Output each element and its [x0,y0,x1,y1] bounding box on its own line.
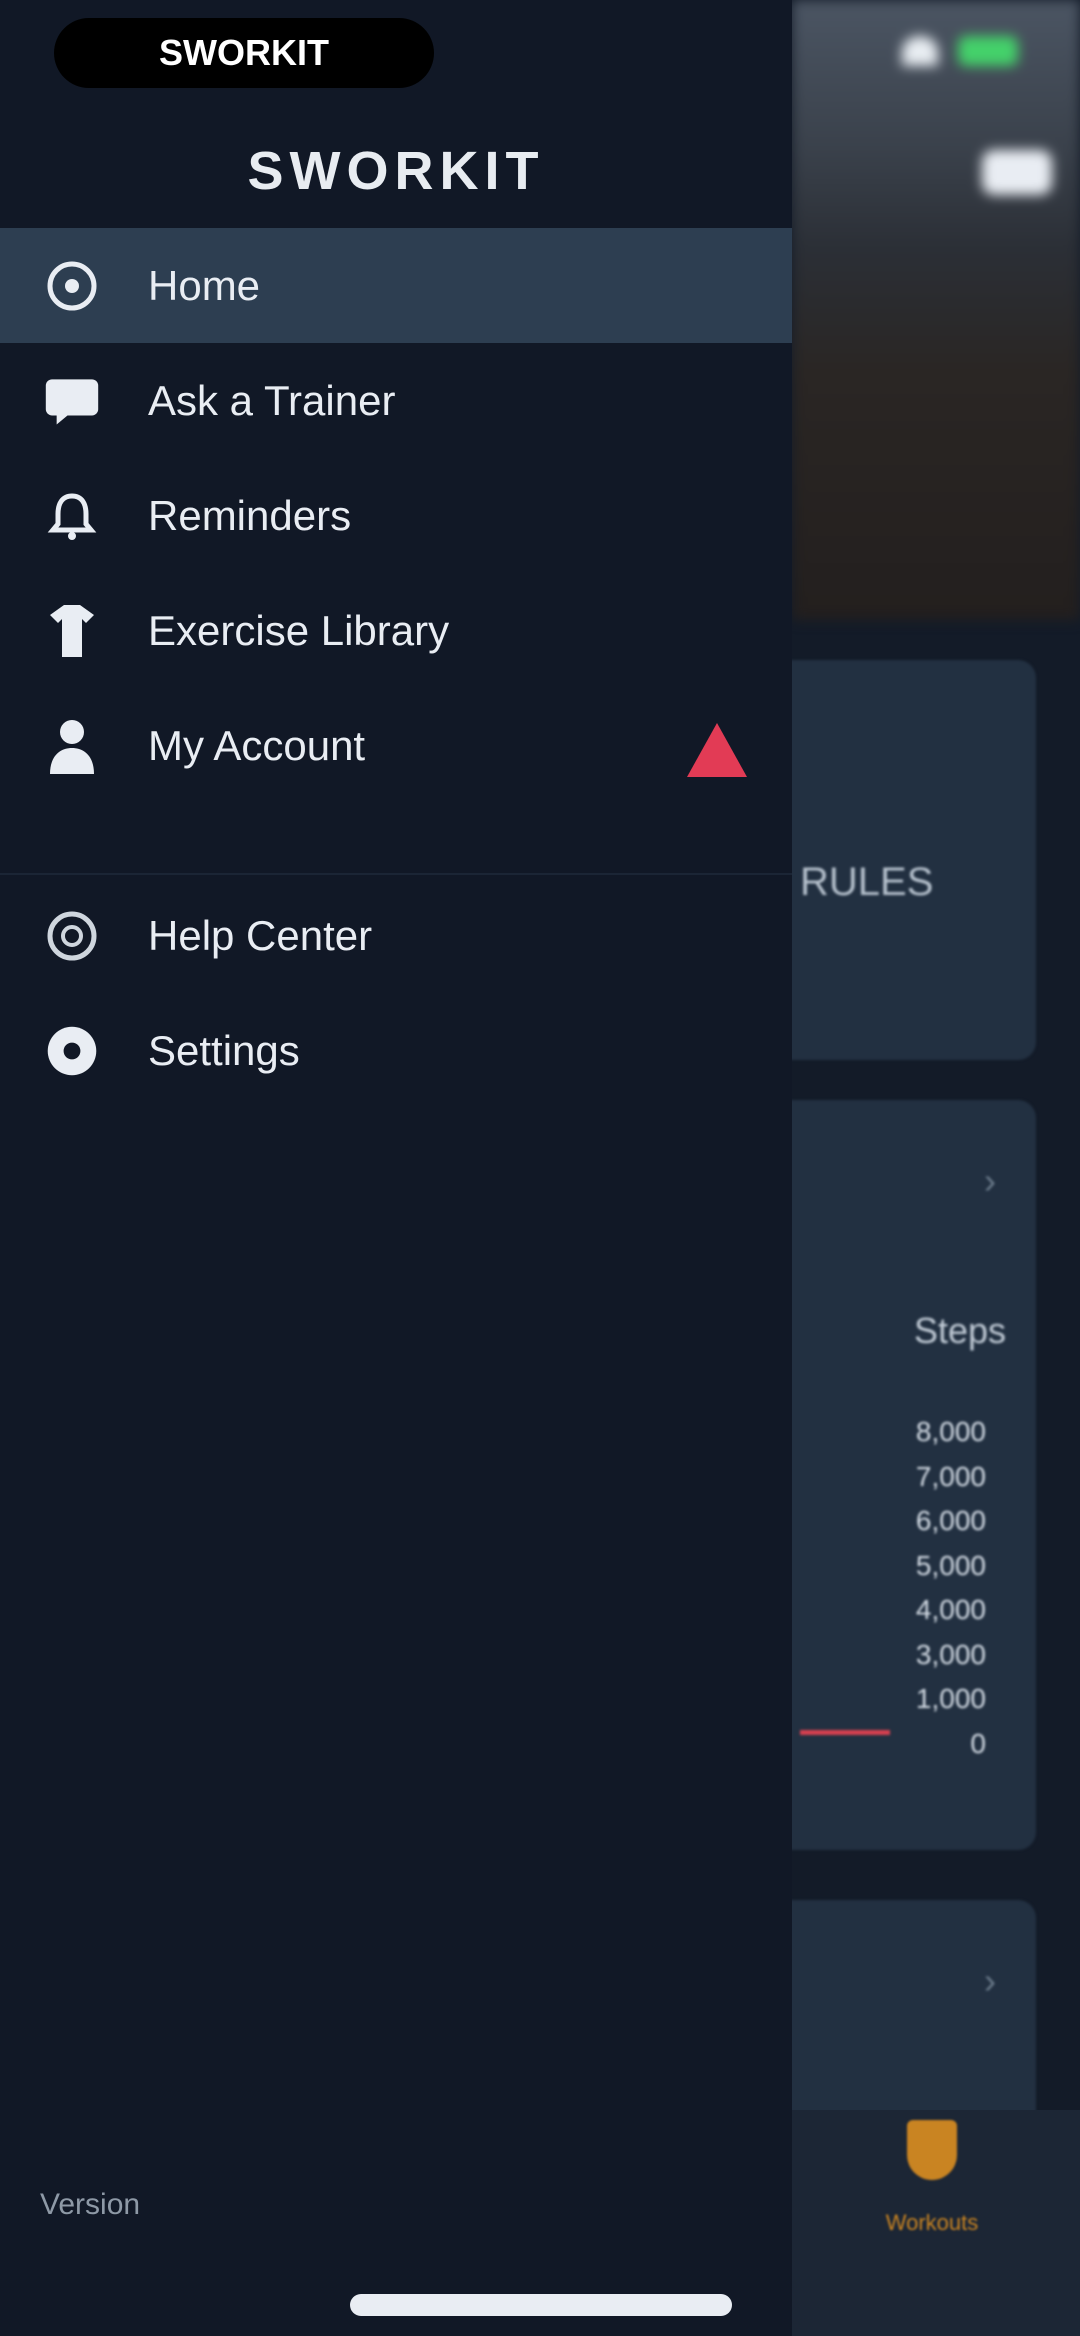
version-label: Version [40,2188,141,2221]
step-value: 1,000 [915,1683,986,1714]
drawer-menu: Home Ask a Trainer Reminders Exercise Li… [0,228,792,803]
step-value: 3,000 [915,1638,986,1670]
chat-icon [44,373,100,429]
step-value: 7,000 [915,1460,986,1492]
home-circle-icon [44,258,100,314]
step-value: 0 [970,1727,986,1759]
carrier-label: SWORKIT [159,32,329,73]
drawer-secondary-menu: Help Center Settings [0,878,792,1108]
menu-label: Ask a Trainer [148,376,396,424]
status-icons [902,36,1018,66]
warning-icon [687,723,747,777]
step-value: 5,000 [915,1549,986,1581]
help-icon [44,908,100,964]
chevron-right-icon: › [984,1960,996,2001]
steps-card[interactable]: › Steps 8,000 7,000 6,000 5,000 4,000 3,… [760,1100,1036,1850]
bell-icon [44,488,100,544]
rules-card[interactable]: RULES [760,660,1036,1060]
gear-icon [44,1023,100,1079]
battery-icon [958,36,1018,66]
goal-line [800,1730,890,1735]
brand-logo: SWORKIT [247,141,545,201]
camera-icon[interactable] [982,150,1052,195]
rules-text: RULES [800,860,934,904]
shield-icon [907,2120,957,2180]
steps-values: 8,000 7,000 6,000 5,000 4,000 3,000 1,00… [916,1410,986,1766]
menu-item-help-center[interactable]: Help Center [0,878,792,993]
shirt-icon [44,603,100,659]
menu-label: My Account [148,721,366,769]
menu-label: Help Center [148,911,373,959]
menu-item-my-account[interactable]: My Account [0,688,792,803]
menu-item-ask-trainer[interactable]: Ask a Trainer [0,343,792,458]
status-pill: SWORKIT [54,18,434,88]
menu-label: Home [148,261,261,309]
menu-item-home[interactable]: Home [0,228,792,343]
chevron-right-icon: › [984,1160,996,1201]
tab-workouts[interactable]: Workouts [872,2120,992,2236]
menu-label: Exercise Library [148,606,450,654]
hero-image [792,0,1080,620]
user-icon [44,718,100,774]
wifi-icon [902,36,938,66]
tab-bar: Workouts [792,2110,1080,2336]
menu-label: Settings [148,1026,300,1074]
menu-item-settings[interactable]: Settings [0,993,792,1108]
navigation-drawer: SWORKIT SWORKIT Home Ask a Trainer Remin… [0,0,792,2336]
menu-item-exercise-library[interactable]: Exercise Library [0,573,792,688]
tab-label: Workouts [885,2210,979,2235]
step-value: 4,000 [915,1594,986,1625]
menu-item-reminders[interactable]: Reminders [0,458,792,573]
menu-label: Reminders [148,491,352,539]
steps-header: Steps [913,1310,1006,1351]
home-indicator [350,2294,732,2316]
step-value: 6,000 [915,1505,986,1536]
menu-divider [0,873,792,875]
step-value: 8,000 [915,1416,986,1447]
